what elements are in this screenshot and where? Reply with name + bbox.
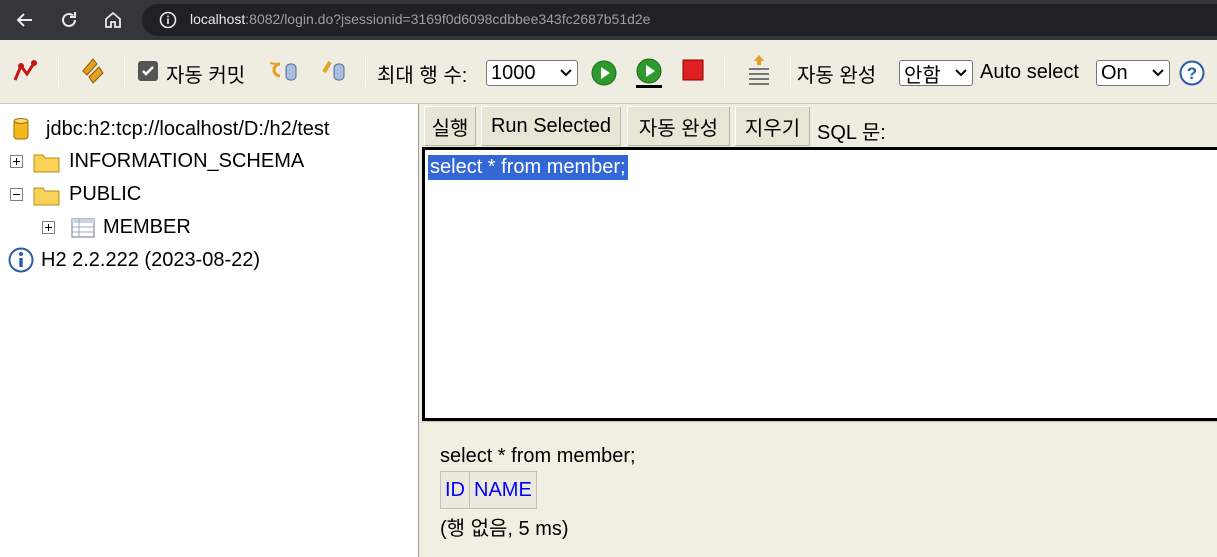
column-header-id[interactable]: ID (440, 471, 470, 509)
rollback-icon[interactable] (268, 58, 300, 82)
disconnect-icon[interactable] (12, 58, 40, 84)
url-path: :8082/login.do?jsessionid=3169f0d6098cdb… (245, 11, 651, 27)
clear-button[interactable]: 지우기 (735, 106, 810, 146)
version-label: H2 2.2.222 (2023-08-22) (41, 248, 261, 271)
autocomplete-select[interactable]: 안함 (899, 60, 973, 87)
connection-url: jdbc:h2:tcp://localhost/D:/h2/test (46, 117, 330, 140)
max-rows-label: 최대 행 수: (377, 65, 468, 87)
autocomplete-button[interactable]: 자동 완성 (627, 106, 730, 146)
autocommit-label: 자동 커밋 (166, 65, 246, 87)
max-rows-select[interactable]: 1000 (486, 60, 578, 86)
tree-version: H2 2.2.222 (2023-08-22) (8, 247, 260, 273)
site-info-icon[interactable] (158, 10, 178, 30)
schema-tree: jdbc:h2:tcp://localhost/D:/h2/test INFOR… (0, 104, 418, 557)
sql-statement-label: SQL 문: (817, 122, 886, 144)
info-icon (8, 247, 34, 273)
result-footer: (행 없음, 5 ms) (440, 518, 569, 540)
autocommit-checkbox[interactable] (138, 61, 158, 81)
result-table: ID NAME (440, 471, 537, 509)
run-selected-icon[interactable] (634, 57, 664, 89)
history-icon[interactable] (744, 53, 774, 87)
url-text: localhost:8082/login.do?jsessionid=3169f… (190, 11, 650, 27)
url-host: localhost (190, 11, 246, 27)
max-rows-value: 1000 (491, 61, 536, 84)
commit-icon[interactable] (320, 58, 350, 82)
run-selected-button[interactable]: Run Selected (481, 106, 621, 146)
tree-item-information-schema[interactable]: INFORMATION_SCHEMA (10, 150, 304, 173)
refresh-icon[interactable] (77, 55, 107, 87)
collapse-icon[interactable] (10, 188, 23, 201)
stop-icon[interactable] (681, 58, 705, 82)
folder-icon (33, 154, 60, 172)
autoselect-select[interactable]: On (1096, 60, 1170, 86)
autocomplete-value: 안함 (904, 64, 941, 87)
tree-item-public[interactable]: PUBLIC (10, 183, 141, 206)
run-icon[interactable] (590, 59, 618, 87)
chevron-down-icon (955, 69, 967, 77)
folder-icon (33, 187, 60, 205)
database-icon (13, 118, 29, 140)
chevron-down-icon (560, 69, 572, 77)
expand-icon[interactable] (10, 155, 23, 168)
tree-item-member[interactable]: MEMBER (42, 216, 191, 239)
editor-selected-text[interactable]: select * from member; (428, 155, 628, 180)
table-label: MEMBER (103, 216, 191, 238)
url-field[interactable]: localhost:8082/login.do?jsessionid=3169f… (142, 4, 1217, 36)
help-icon[interactable]: ? (1179, 60, 1205, 86)
browser-address-bar: localhost:8082/login.do?jsessionid=3169f… (0, 0, 1217, 40)
result-query: select * from member; (440, 445, 636, 467)
run-button[interactable]: 실행 (424, 106, 476, 146)
query-button-bar: 실행 Run Selected 자동 완성 지우기 SQL 문: (422, 104, 1217, 148)
chevron-down-icon (1152, 69, 1164, 77)
schema-label: PUBLIC (69, 183, 142, 205)
svg-text:?: ? (1187, 64, 1197, 83)
schema-label: INFORMATION_SCHEMA (69, 150, 305, 172)
result-panel: select * from member; ID NAME (행 없음, 5 m… (422, 425, 1217, 557)
reload-icon[interactable] (57, 8, 81, 32)
home-icon[interactable] (101, 8, 125, 32)
autoselect-label: Auto select (980, 61, 1079, 83)
tree-connection[interactable]: jdbc:h2:tcp://localhost/D:/h2/test (12, 117, 330, 141)
expand-icon[interactable] (42, 221, 55, 234)
column-header-name[interactable]: NAME (469, 471, 537, 509)
autocomplete-label: 자동 완성 (797, 65, 877, 87)
autoselect-value: On (1101, 61, 1128, 84)
h2-toolbar: 자동 커밋 최대 행 수: 1000 자동 완성 안함 Auto select … (0, 40, 1217, 104)
table-icon (71, 218, 95, 237)
sql-editor[interactable]: select * from member; (422, 147, 1217, 421)
back-arrow-icon[interactable] (13, 8, 37, 32)
